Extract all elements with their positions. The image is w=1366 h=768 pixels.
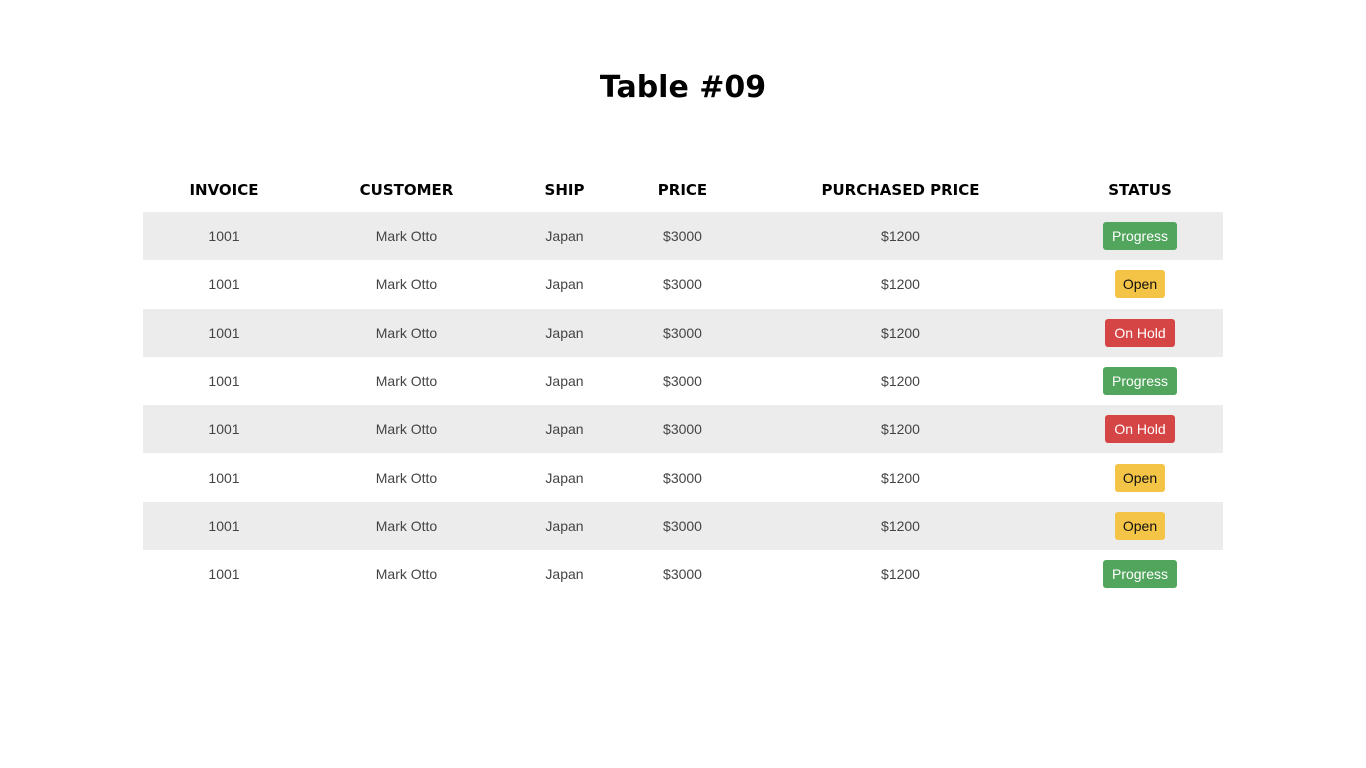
status-badge: On Hold: [1105, 318, 1175, 347]
cell-status: Open: [1057, 501, 1223, 551]
cell-purchased-price: $1200: [744, 405, 1057, 454]
status-badge: Progress: [1102, 560, 1178, 589]
status-badge: Open: [1114, 270, 1166, 299]
cell-purchased-price: $1200: [744, 550, 1057, 599]
table-header-row: INVOICE CUSTOMER SHIP PRICE PURCHASED PR…: [143, 168, 1223, 212]
cell-purchased-price: $1200: [744, 356, 1057, 406]
column-header-price: PRICE: [657, 181, 708, 199]
cell-status: On Hold: [1057, 405, 1223, 454]
cell-price: $3000: [621, 212, 744, 261]
cell-price: $3000: [621, 308, 744, 357]
cell-customer: Mark Otto: [305, 453, 508, 502]
page: Table #09 INVOICE CUSTOMER SHIP PRICE PU…: [0, 0, 1366, 768]
cell-status: Progress: [1057, 550, 1223, 599]
cell-invoice: 1001: [143, 260, 305, 309]
table-row: 1001 Mark Otto Japan $3000 $1200 On Hold: [143, 405, 1223, 454]
cell-purchased-price: $1200: [744, 501, 1057, 551]
page-title: Table #09: [599, 70, 767, 105]
cell-ship: Japan: [508, 550, 621, 599]
table-body: 1001 Mark Otto Japan $3000 $1200 Progress 1001…: [143, 212, 1223, 599]
cell-customer: Mark Otto: [305, 501, 508, 551]
cell-purchased-price: $1200: [744, 260, 1057, 309]
cell-invoice: 1001: [143, 405, 305, 454]
column-header-customer: CUSTOMER: [359, 181, 454, 199]
table-row: 1001 Mark Otto Japan $3000 $1200 Open: [143, 453, 1223, 502]
cell-ship: Japan: [508, 260, 621, 309]
cell-price: $3000: [621, 356, 744, 406]
status-badge: Open: [1114, 511, 1166, 540]
column-header-status: STATUS: [1108, 181, 1172, 199]
data-table: INVOICE CUSTOMER SHIP PRICE PURCHASED PR…: [143, 168, 1223, 599]
cell-ship: Japan: [508, 453, 621, 502]
cell-invoice: 1001: [143, 356, 305, 406]
table-row: 1001 Mark Otto Japan $3000 $1200 Open: [143, 260, 1223, 309]
status-badge: Progress: [1102, 222, 1178, 251]
status-badge: Open: [1114, 463, 1166, 492]
cell-customer: Mark Otto: [305, 356, 508, 406]
status-badge: Progress: [1102, 367, 1178, 396]
cell-invoice: 1001: [143, 550, 305, 599]
cell-ship: Japan: [508, 501, 621, 551]
cell-price: $3000: [621, 453, 744, 502]
cell-ship: Japan: [508, 405, 621, 454]
column-header-purchased-price: PURCHASED PRICE: [821, 181, 980, 199]
table-row: 1001 Mark Otto Japan $3000 $1200 Progress: [143, 550, 1223, 599]
column-header-invoice: INVOICE: [189, 181, 259, 199]
cell-customer: Mark Otto: [305, 550, 508, 599]
table-row: 1001 Mark Otto Japan $3000 $1200 Open: [143, 501, 1223, 551]
cell-purchased-price: $1200: [744, 308, 1057, 357]
cell-price: $3000: [621, 550, 744, 599]
column-header-ship: SHIP: [544, 181, 585, 199]
cell-price: $3000: [621, 405, 744, 454]
table-row: 1001 Mark Otto Japan $3000 $1200 Progress: [143, 356, 1223, 406]
cell-status: Open: [1057, 453, 1223, 502]
cell-price: $3000: [621, 501, 744, 551]
cell-purchased-price: $1200: [744, 212, 1057, 261]
table-row: 1001 Mark Otto Japan $3000 $1200 On Hold: [143, 308, 1223, 357]
cell-invoice: 1001: [143, 308, 305, 357]
cell-status: Open: [1057, 260, 1223, 309]
cell-status: Progress: [1057, 356, 1223, 406]
cell-purchased-price: $1200: [744, 453, 1057, 502]
cell-customer: Mark Otto: [305, 405, 508, 454]
cell-invoice: 1001: [143, 212, 305, 261]
cell-customer: Mark Otto: [305, 308, 508, 357]
cell-invoice: 1001: [143, 501, 305, 551]
cell-status: On Hold: [1057, 308, 1223, 357]
cell-price: $3000: [621, 260, 744, 309]
cell-ship: Japan: [508, 212, 621, 261]
cell-ship: Japan: [508, 356, 621, 406]
cell-status: Progress: [1057, 212, 1223, 261]
table-row: 1001 Mark Otto Japan $3000 $1200 Progress: [143, 212, 1223, 261]
cell-customer: Mark Otto: [305, 260, 508, 309]
cell-customer: Mark Otto: [305, 212, 508, 261]
status-badge: On Hold: [1105, 415, 1175, 444]
cell-invoice: 1001: [143, 453, 305, 502]
cell-ship: Japan: [508, 308, 621, 357]
